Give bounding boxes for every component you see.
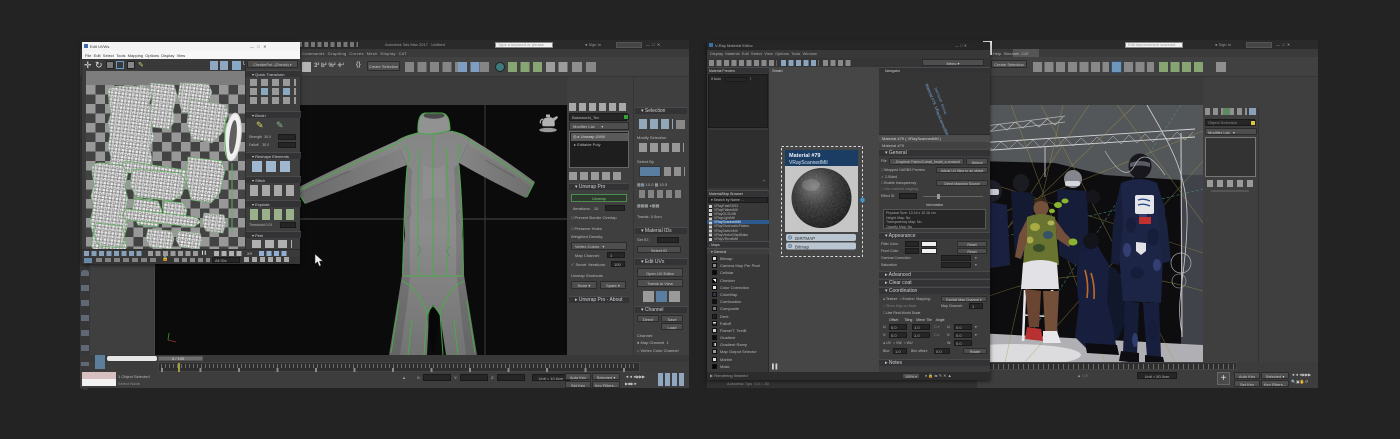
svg-text:▌▌: ▌▌: [772, 363, 779, 370]
svg-text:Bitmap: Bitmap: [795, 245, 810, 250]
svg-text:DIRTMAP: DIRTMAP: [795, 236, 815, 241]
svg-text:Material #79: Material #79: [789, 153, 821, 159]
svg-text:VRayScannedMtl: VRayScannedMtl: [789, 160, 828, 166]
